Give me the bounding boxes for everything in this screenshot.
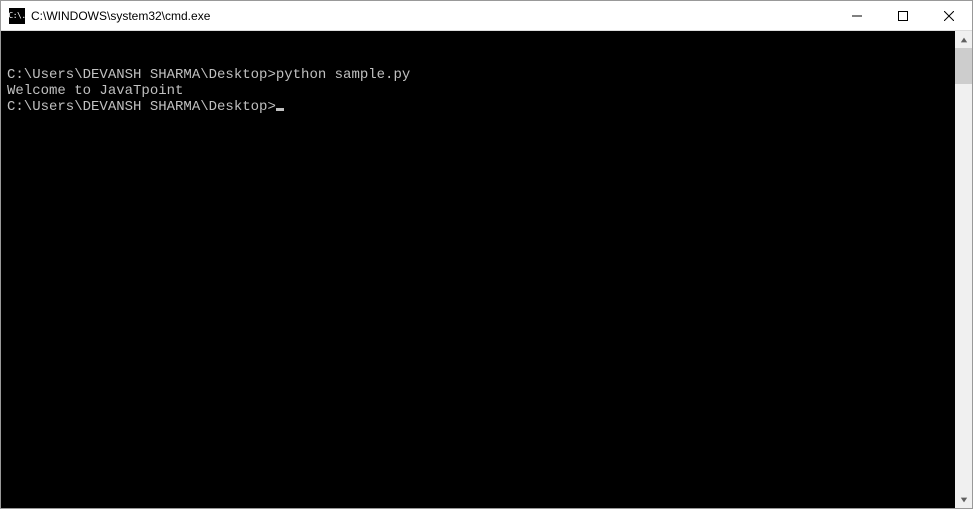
titlebar[interactable]: C:\. C:\WINDOWS\system32\cmd.exe xyxy=(1,1,972,31)
cmd-window: C:\. C:\WINDOWS\system32\cmd.exe C:\User… xyxy=(0,0,973,509)
scroll-down-button[interactable] xyxy=(955,491,972,508)
minimize-button[interactable] xyxy=(834,1,880,31)
terminal[interactable]: C:\Users\DEVANSH SHARMA\Desktop>python s… xyxy=(1,31,955,508)
scroll-up-button[interactable] xyxy=(955,31,972,48)
window-title: C:\WINDOWS\system32\cmd.exe xyxy=(31,9,210,23)
cursor xyxy=(276,108,284,111)
close-button[interactable] xyxy=(926,1,972,31)
command-text: python sample.py xyxy=(276,67,410,83)
scrollbar-thumb[interactable] xyxy=(955,48,972,84)
content-area: C:\Users\DEVANSH SHARMA\Desktop>python s… xyxy=(1,31,972,508)
scrollbar-track[interactable] xyxy=(955,48,972,491)
prompt: C:\Users\DEVANSH SHARMA\Desktop> xyxy=(7,67,276,83)
vertical-scrollbar[interactable] xyxy=(955,31,972,508)
cmd-icon: C:\. xyxy=(9,8,25,24)
prompt: C:\Users\DEVANSH SHARMA\Desktop> xyxy=(7,99,276,115)
output-line: Welcome to JavaTpoint xyxy=(7,83,949,99)
maximize-button[interactable] xyxy=(880,1,926,31)
